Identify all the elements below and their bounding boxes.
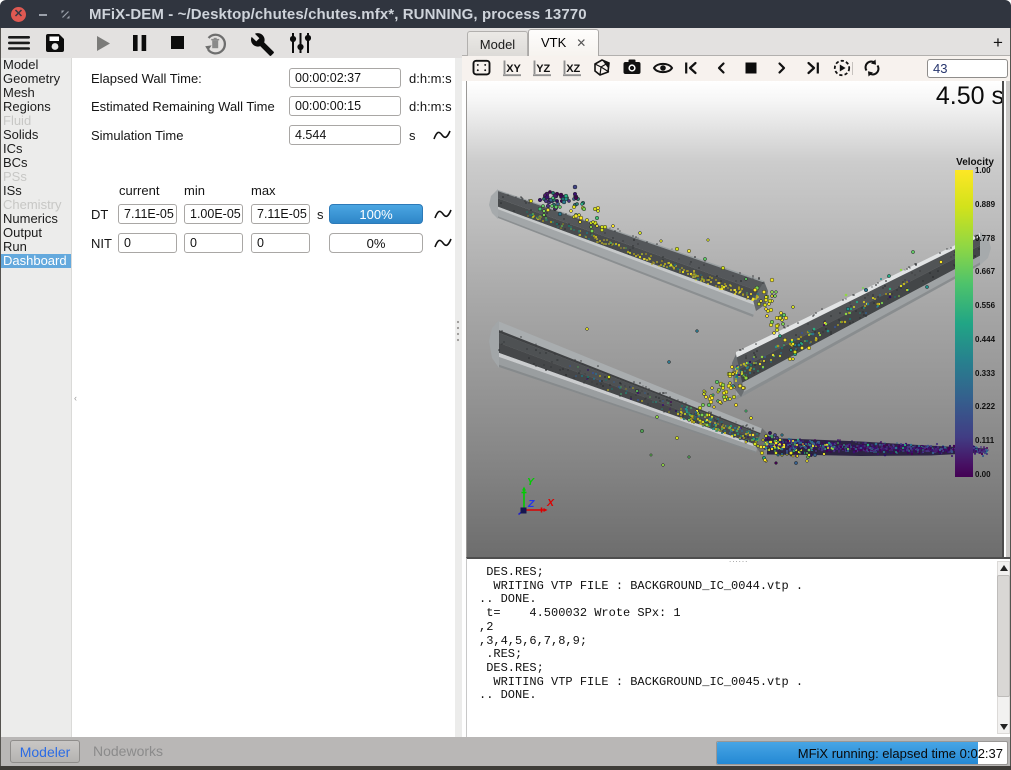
svg-text:0.111: 0.111 bbox=[975, 436, 995, 445]
svg-text:0.444: 0.444 bbox=[975, 335, 996, 344]
svg-text:0.333: 0.333 bbox=[975, 369, 996, 378]
svg-text:YZ: YZ bbox=[536, 63, 550, 75]
svg-text:1.00: 1.00 bbox=[975, 166, 991, 175]
svg-text:0.556: 0.556 bbox=[975, 301, 996, 310]
svg-text:X: X bbox=[546, 497, 555, 509]
svg-text:0.889: 0.889 bbox=[975, 200, 996, 209]
svg-text:0.667: 0.667 bbox=[975, 267, 996, 276]
svg-text:XZ: XZ bbox=[566, 63, 580, 75]
svg-text:0.00: 0.00 bbox=[975, 470, 991, 479]
svg-text:4.50 s: 4.50 s bbox=[936, 82, 1004, 110]
svg-text:XY: XY bbox=[506, 63, 521, 75]
svg-text:Y: Y bbox=[527, 476, 535, 488]
svg-text:0.778: 0.778 bbox=[975, 234, 996, 243]
svg-text:0.222: 0.222 bbox=[975, 402, 996, 411]
svg-text:Z: Z bbox=[527, 498, 535, 510]
